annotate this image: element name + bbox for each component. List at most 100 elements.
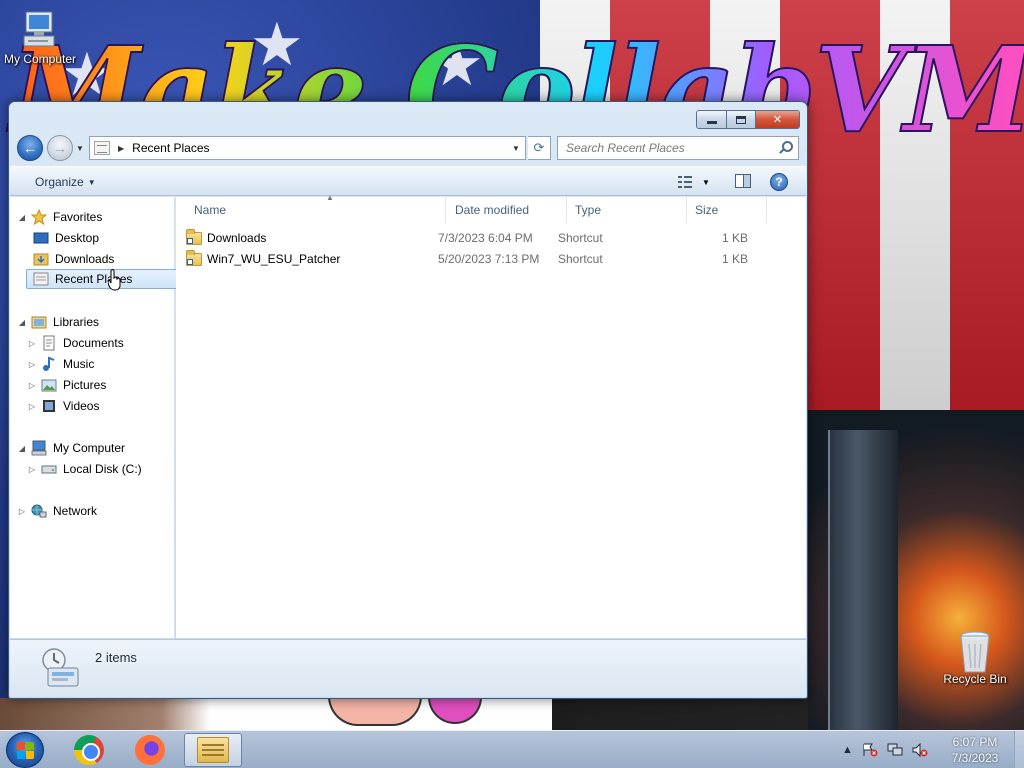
address-bar[interactable]: ▶ Recent Places ▼ — [89, 136, 526, 160]
folder-shortcut-icon — [186, 228, 202, 245]
windows-logo-icon — [17, 742, 35, 760]
expand-icon[interactable]: ▷ — [27, 339, 37, 348]
expand-icon[interactable]: ▷ — [27, 465, 37, 474]
desktop-icon — [33, 230, 49, 246]
nav-recent-places[interactable]: Recent Places — [26, 269, 182, 289]
system-tray: ▲ — [842, 731, 942, 768]
search-input[interactable] — [558, 138, 776, 158]
file-type: Shortcut — [558, 231, 603, 245]
arrow-left-icon: ← — [23, 140, 37, 156]
column-size-label: Size — [695, 203, 719, 217]
search-icon[interactable] — [776, 139, 794, 157]
recent-pages-dropdown[interactable]: ▼ — [75, 142, 85, 154]
file-size: 1 KB — [721, 231, 748, 245]
recent-places-icon — [33, 271, 49, 287]
nav-label: Favorites — [53, 210, 103, 224]
nav-label: Pictures — [63, 378, 107, 392]
volume-muted-icon[interactable] — [912, 742, 928, 758]
nav-label: Documents — [63, 336, 124, 350]
nav-my-computer[interactable]: ◢ My Computer — [17, 438, 125, 458]
taskbar-firefox[interactable] — [121, 733, 179, 767]
preview-pane-button[interactable] — [735, 174, 751, 188]
start-button[interactable] — [6, 732, 44, 768]
desktop-icon-label: My Computer — [3, 52, 77, 66]
recent-places-icon — [94, 141, 110, 155]
organize-label: Organize — [35, 175, 84, 189]
back-button[interactable]: ← — [17, 135, 43, 161]
show-desktop-button[interactable] — [1014, 731, 1024, 768]
maximize-button[interactable] — [727, 111, 756, 128]
nav-label: My Computer — [53, 441, 126, 455]
nav-libraries[interactable]: ◢ Libraries — [17, 312, 99, 332]
column-type-label: Type — [575, 203, 602, 217]
collapse-icon[interactable]: ◢ — [17, 444, 27, 453]
close-button[interactable]: ✕ — [756, 111, 799, 128]
desktop-icon-recycle-bin[interactable]: Recycle Bin — [935, 630, 1015, 686]
details-pane: 2 items — [10, 639, 806, 697]
system-clock[interactable]: 6:07 PM 7/3/2023 — [940, 734, 1010, 766]
expand-icon[interactable]: ▷ — [17, 507, 27, 516]
change-view-button[interactable]: ▼ — [678, 173, 718, 191]
search-box[interactable] — [557, 136, 799, 160]
column-header-size[interactable]: Size — [687, 197, 767, 223]
details-view-icon — [678, 176, 692, 188]
show-hidden-icons-button[interactable]: ▲ — [842, 744, 853, 756]
nav-favorites[interactable]: ◢ Favorites — [17, 207, 102, 227]
network-status-icon[interactable] — [887, 743, 903, 757]
nav-label: Network — [53, 504, 98, 518]
hand-cursor-icon — [108, 269, 121, 291]
nav-music[interactable]: ▷ Music — [27, 354, 94, 374]
nav-documents[interactable]: ▷ Documents — [27, 333, 124, 353]
minimize-icon — [706, 121, 717, 124]
nav-network[interactable]: ▷ Network — [17, 501, 97, 521]
nav-pictures[interactable]: ▷ Pictures — [27, 375, 106, 395]
action-center-icon[interactable] — [862, 743, 878, 757]
taskbar: ▲ 6:07 PM 7/3/2023 — [0, 730, 1024, 768]
libraries-icon — [31, 314, 47, 330]
nav-downloads[interactable]: Downloads — [33, 249, 114, 269]
window-controls: ✕ — [696, 110, 800, 129]
file-row[interactable]: Win7_WU_ESU_Patcher 5/20/2023 7:13 PM Sh… — [186, 249, 786, 269]
expand-icon[interactable]: ▷ — [27, 360, 37, 369]
address-history-dropdown[interactable]: ▼ — [507, 144, 525, 153]
nav-label: Libraries — [53, 315, 100, 329]
clock-date: 7/3/2023 — [951, 751, 999, 765]
column-name-label: Name — [194, 203, 227, 217]
file-name: Downloads — [207, 231, 267, 245]
organize-button[interactable]: Organize ▼ — [35, 175, 96, 189]
command-bar: Organize ▼ ▼ ? — [10, 166, 806, 196]
breadcrumb-chevron-icon[interactable]: ▶ — [118, 144, 124, 153]
column-header-date[interactable]: Date modified — [447, 197, 567, 223]
explorer-icon — [197, 737, 229, 763]
taskbar-chrome[interactable] — [60, 733, 118, 767]
taskbar-explorer[interactable] — [184, 733, 242, 767]
breadcrumb-location[interactable]: Recent Places — [132, 141, 507, 155]
nav-desktop[interactable]: Desktop — [33, 228, 99, 248]
hard-drive-icon — [41, 461, 57, 477]
nav-local-disk[interactable]: ▷ Local Disk (C:) — [27, 459, 142, 479]
refresh-button[interactable]: ⟳ — [528, 136, 551, 160]
collapse-icon[interactable]: ◢ — [17, 318, 27, 327]
recent-places-large-icon — [38, 646, 82, 690]
expand-icon[interactable]: ▷ — [27, 381, 37, 390]
music-icon — [41, 356, 57, 372]
network-icon — [31, 503, 47, 519]
expand-icon[interactable]: ▷ — [27, 402, 37, 411]
forward-button[interactable]: → — [47, 135, 73, 161]
desktop-icon-my-computer[interactable]: My Computer — [0, 10, 80, 66]
nav-videos[interactable]: ▷ Videos — [27, 396, 100, 416]
title-bar[interactable]: ✕ — [9, 102, 807, 132]
column-header-type[interactable]: Type — [567, 197, 687, 223]
help-button[interactable]: ? — [770, 173, 788, 191]
collapse-icon[interactable]: ◢ — [17, 213, 27, 222]
refresh-icon: ⟳ — [533, 140, 545, 155]
file-date: 7/3/2023 6:04 PM — [438, 231, 533, 245]
column-header-name[interactable]: Name ▲ — [186, 193, 446, 223]
nav-label: Videos — [63, 399, 100, 413]
navigation-bar: ← → ▼ ▶ Recent Places ▼ ⟳ — [9, 134, 807, 162]
file-row[interactable]: Downloads 7/3/2023 6:04 PM Shortcut 1 KB — [186, 228, 786, 248]
file-size: 1 KB — [721, 252, 748, 266]
desktop-icon-label: Recycle Bin — [943, 672, 1007, 686]
file-list: Name ▲ Date modified Type Size Downloads… — [176, 193, 806, 638]
minimize-button[interactable] — [697, 111, 727, 128]
